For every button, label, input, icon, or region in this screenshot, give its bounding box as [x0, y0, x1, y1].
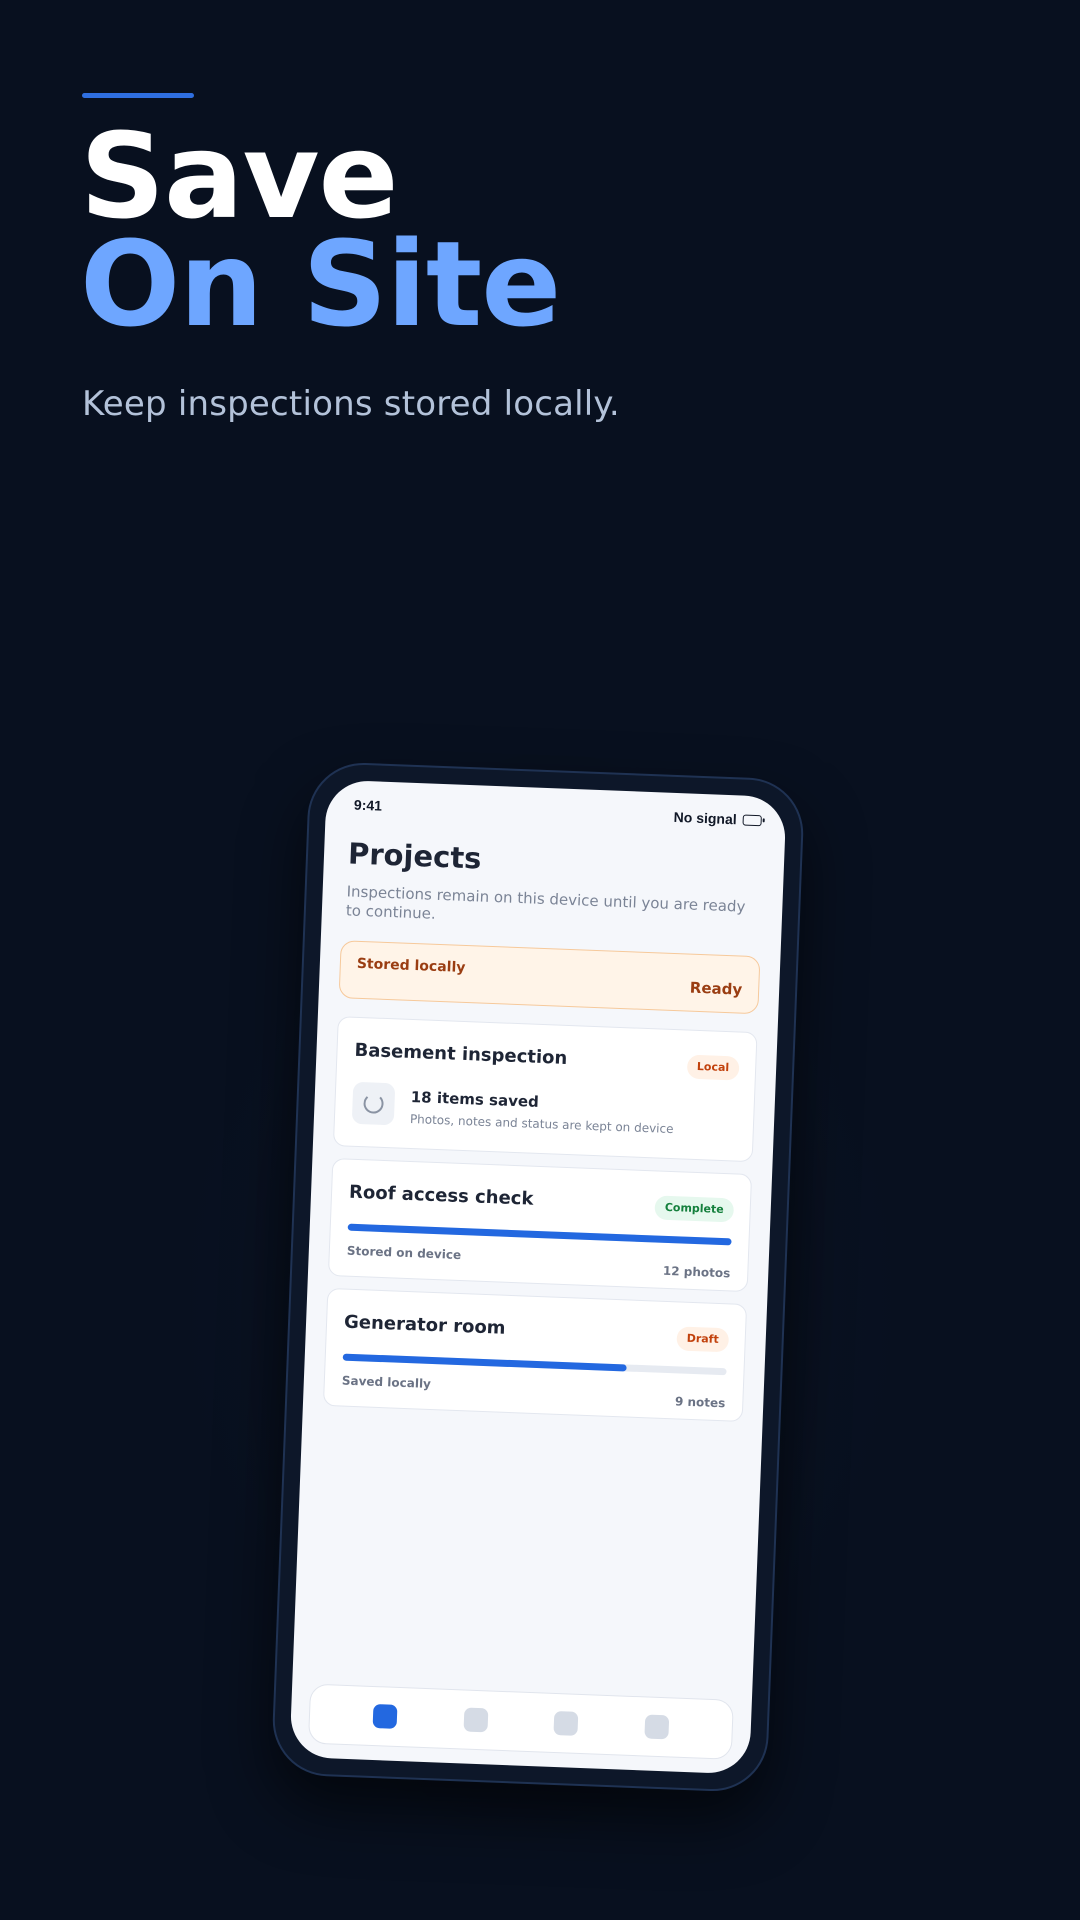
items-saved-detail: Photos, notes and status are kept on dev…	[409, 1111, 674, 1137]
status-time: 9:41	[353, 796, 383, 814]
project-card-basement[interactable]: Basement inspection Local 18 items saved…	[332, 1016, 758, 1163]
bottom-tab-bar	[307, 1683, 734, 1760]
screen-description: Inspections remain on this device until …	[345, 882, 746, 923]
tab-1-icon[interactable]	[372, 1704, 398, 1729]
storage-label: Stored on device	[346, 1243, 462, 1263]
items-saved-count: 18 items saved	[410, 1087, 540, 1111]
headline: Save On Site	[80, 107, 561, 353]
card-title: Basement inspection	[354, 1039, 568, 1069]
progress-bar	[342, 1353, 727, 1376]
promo-page: Save On Site Keep inspections stored loc…	[0, 0, 1080, 1920]
banner-label: Stored locally	[356, 955, 466, 976]
phone-screen: 9:41 No signal Projects Inspections rema…	[289, 779, 787, 1775]
progress-bar	[347, 1223, 732, 1246]
status-badge: Complete	[654, 1195, 735, 1223]
tab-4-icon[interactable]	[644, 1714, 670, 1740]
card-title: Roof access check	[348, 1181, 534, 1210]
item-count: 9 notes	[674, 1394, 726, 1411]
accent-line	[82, 93, 194, 98]
headline-line-1: Save	[80, 107, 399, 245]
spinner-box	[351, 1081, 396, 1126]
storage-label: Saved locally	[341, 1373, 432, 1391]
progress-fill	[342, 1353, 627, 1372]
project-card-roof[interactable]: Roof access check Complete Stored on dev…	[327, 1158, 753, 1293]
item-count: 12 photos	[662, 1263, 731, 1281]
status-badge: Local	[686, 1054, 740, 1081]
status-badge: Draft	[676, 1326, 730, 1353]
card-title: Generator room	[343, 1311, 506, 1339]
project-card-generator[interactable]: Generator room Draft Saved locally 9 not…	[322, 1287, 748, 1422]
battery-icon	[742, 814, 762, 826]
signal-status: No signal	[673, 808, 738, 828]
loading-spinner-icon	[363, 1093, 384, 1114]
storage-banner[interactable]: Stored locally Ready	[338, 940, 761, 1015]
phone-mockup: 9:41 No signal Projects Inspections rema…	[207, 718, 867, 1876]
status-right: No signal	[673, 809, 762, 828]
subtitle: Keep inspections stored locally.	[82, 384, 620, 424]
phone-frame: 9:41 No signal Projects Inspections rema…	[270, 760, 806, 1794]
headline-line-2: On Site	[80, 215, 561, 353]
banner-status: Ready	[689, 978, 743, 999]
progress-fill	[347, 1223, 732, 1246]
status-bar: 9:41 No signal	[354, 795, 762, 831]
screen-title: Projects	[347, 836, 483, 876]
tab-2-icon[interactable]	[463, 1707, 489, 1733]
tab-3-icon[interactable]	[553, 1710, 579, 1736]
